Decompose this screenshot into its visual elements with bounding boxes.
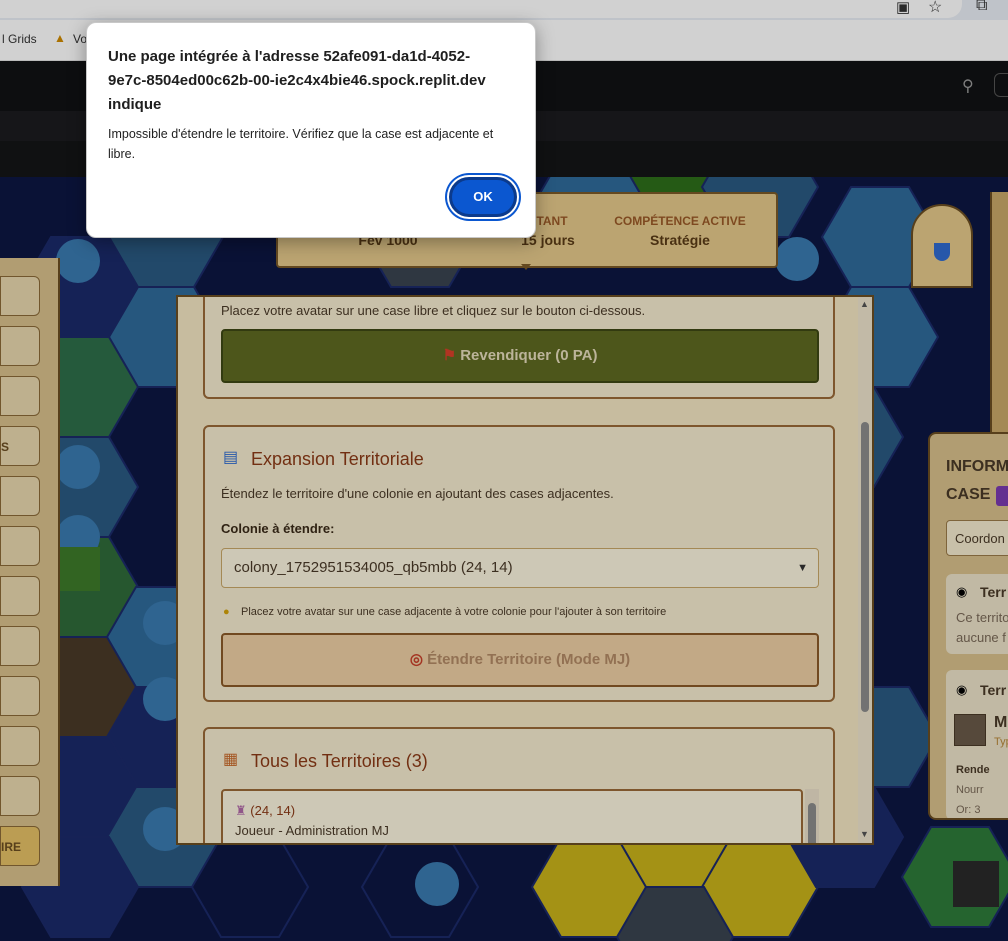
ok-button[interactable]: OK [449,177,517,217]
alert-dialog: Une page intégrée à l'adresse 52afe091-d… [86,22,536,238]
dialog-message: Impossible d'étendre le territoire. Véri… [108,127,494,161]
dialog-title: Une page intégrée à l'adresse 52afe091-d… [108,48,486,113]
